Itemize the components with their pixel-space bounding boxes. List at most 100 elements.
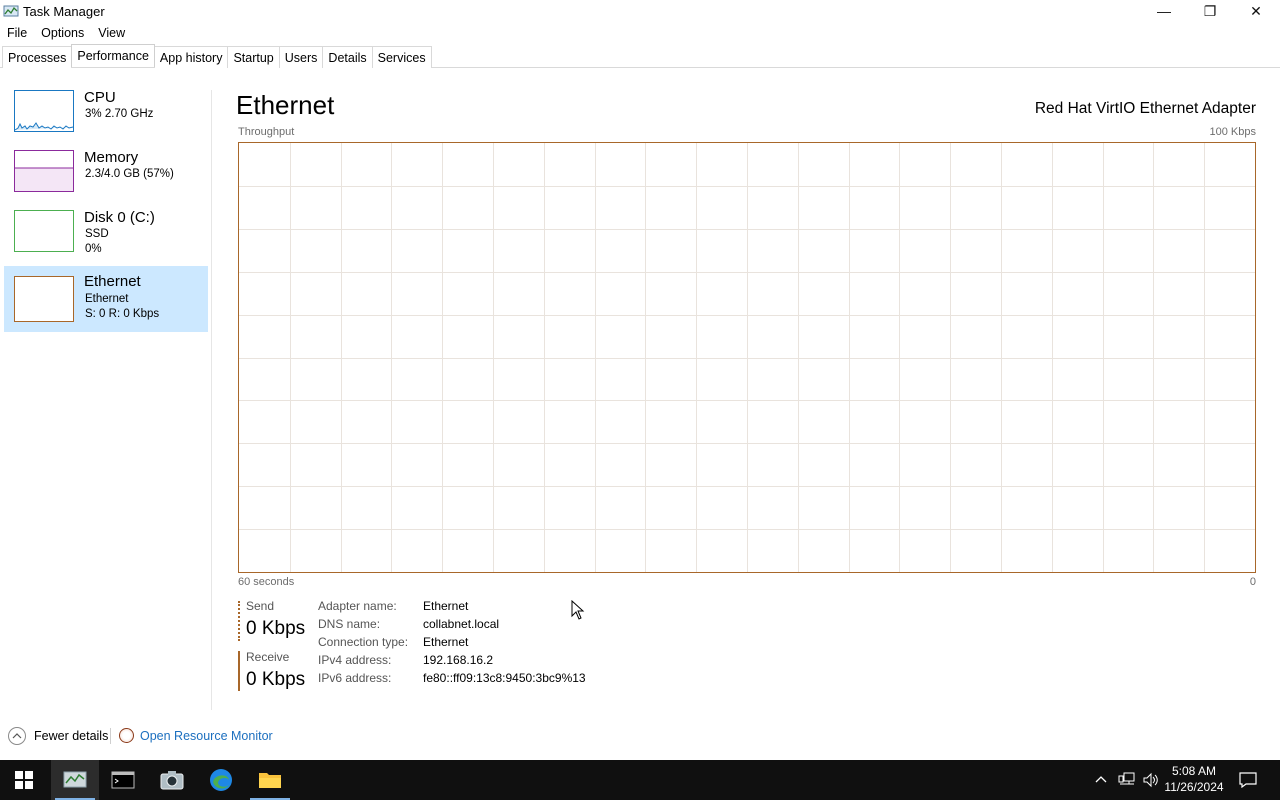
close-icon: ✕ [1250,2,1262,19]
window-title: Task Manager [23,4,105,19]
send-label: Send [246,599,275,613]
sidebar-item-detail: 2.3/4.0 GB (57%) [85,168,174,180]
menu-bar: File Options View [0,23,132,43]
tab-strip: Processes Performance App history Startu… [2,44,432,68]
page-title: Ethernet [236,90,335,120]
graph-gridline [239,529,1255,531]
receive-label: Receive [246,650,290,664]
tab-users[interactable]: Users [278,46,324,68]
maximize-button[interactable]: ❐ [1187,0,1233,22]
windows-logo-icon [15,771,33,789]
disk-mini-graph [14,210,74,252]
chevron-up-icon[interactable] [8,727,26,745]
graph-gridline [239,443,1255,445]
graph-time-label: 60 seconds [238,576,295,588]
info-key: DNS name: [318,617,381,631]
tab-details[interactable]: Details [322,46,373,68]
mouse-cursor-icon [571,600,585,620]
taskbar-camera[interactable] [148,760,196,800]
info-value: Ethernet [423,635,469,649]
graph-gridline [239,228,1255,230]
info-value: 192.168.16.2 [423,653,494,667]
minimize-button[interactable]: — [1141,0,1187,22]
cpu-mini-graph [14,90,74,132]
notification-button[interactable] [1228,760,1268,800]
sidebar-item-title: CPU [84,89,116,106]
title-bar: Task Manager — ❐ ✕ [0,0,1280,22]
taskbar-terminal[interactable] [99,760,147,800]
task-manager-icon [63,771,87,788]
sidebar-item-title: Disk 0 (C:) [84,209,155,226]
close-button[interactable]: ✕ [1233,0,1279,22]
file-explorer-icon [259,773,281,788]
graph-gridline [239,314,1255,316]
info-key: IPv4 address: [318,653,392,667]
tab-startup[interactable]: Startup [227,46,280,68]
send-value: 0 Kbps [246,618,306,639]
start-button[interactable] [0,760,48,800]
graph-gridline [239,486,1255,488]
graph-min-label: 0 [1249,576,1256,588]
send-indicator [238,601,240,641]
sidebar-item-disk[interactable]: Disk 0 (C:) SSD 0% [4,204,208,270]
sidebar-item-title: Ethernet [84,273,141,290]
tab-app-history[interactable]: App history [153,46,229,68]
minimize-icon: — [1157,3,1171,19]
footer-divider [110,728,111,744]
menu-view[interactable]: View [91,23,132,43]
info-key: IPv6 address: [318,671,392,685]
clock-date: 11/26/2024 [1164,780,1224,794]
notification-icon [1239,772,1257,788]
task-manager-icon [3,5,19,17]
terminal-icon [111,771,135,789]
taskbar-file-explorer[interactable] [246,760,294,800]
restore-icon: ❐ [1203,2,1217,19]
sidebar-item-detail: Ethernet [85,293,129,305]
throughput-graph [238,142,1256,573]
sidebar-item-detail: 0% [85,243,102,255]
receive-indicator [238,651,240,691]
tab-services[interactable]: Services [371,46,432,68]
graph-label: Throughput [238,126,295,138]
camera-icon [160,771,184,790]
receive-value: 0 Kbps [246,669,306,690]
footer: Fewer details Open Resource Monitor [0,724,1280,748]
resource-monitor-icon [119,728,134,743]
sidebar-item-memory[interactable]: Memory 2.3/4.0 GB (57%) [4,144,208,210]
network-icon[interactable] [1118,772,1136,788]
clock-time: 5:08 AM [1171,764,1217,778]
sidebar-item-detail: 3% 2.70 GHz [85,108,154,120]
taskbar: 5:08 AM 11/26/2024 [0,760,1280,800]
info-key: Adapter name: [318,599,397,613]
chevron-up-icon[interactable] [1094,773,1108,787]
info-value: Ethernet [423,599,469,613]
sidebar-item-title: Memory [84,149,139,166]
sidebar-divider [211,90,212,710]
sidebar-item-detail: S: 0 R: 0 Kbps [85,308,160,320]
graph-gridline [239,185,1255,187]
adapter-name: Red Hat VirtIO Ethernet Adapter [1034,100,1256,117]
tab-processes[interactable]: Processes [2,46,73,68]
sidebar-item-detail: SSD [85,228,109,240]
sidebar-item-ethernet[interactable]: Ethernet Ethernet S: 0 R: 0 Kbps [4,266,208,332]
info-value: collabnet.local [423,617,500,631]
edge-icon [210,769,232,791]
taskbar-clock[interactable]: 5:08 AM 11/26/2024 [1158,763,1230,795]
menu-options[interactable]: Options [34,23,91,43]
graph-gridline [239,400,1255,402]
open-resource-monitor-link[interactable]: Open Resource Monitor [140,729,273,743]
tab-performance[interactable]: Performance [71,44,155,67]
ethernet-mini-graph [14,276,74,322]
menu-file[interactable]: File [0,23,34,43]
info-key: Connection type: [318,635,409,649]
taskbar-edge[interactable] [197,760,245,800]
graph-max-label: 100 Kbps [1209,126,1256,138]
taskbar-task-manager[interactable] [51,760,99,800]
fewer-details-button[interactable]: Fewer details [34,729,108,743]
system-tray [1094,760,1160,800]
graph-gridline [239,357,1255,359]
memory-mini-graph [14,150,74,192]
info-value: fe80::ff09:13c8:9450:3bc9%13 [423,671,586,685]
graph-gridline [239,271,1255,273]
sidebar-item-cpu[interactable]: CPU 3% 2.70 GHz [4,84,208,150]
